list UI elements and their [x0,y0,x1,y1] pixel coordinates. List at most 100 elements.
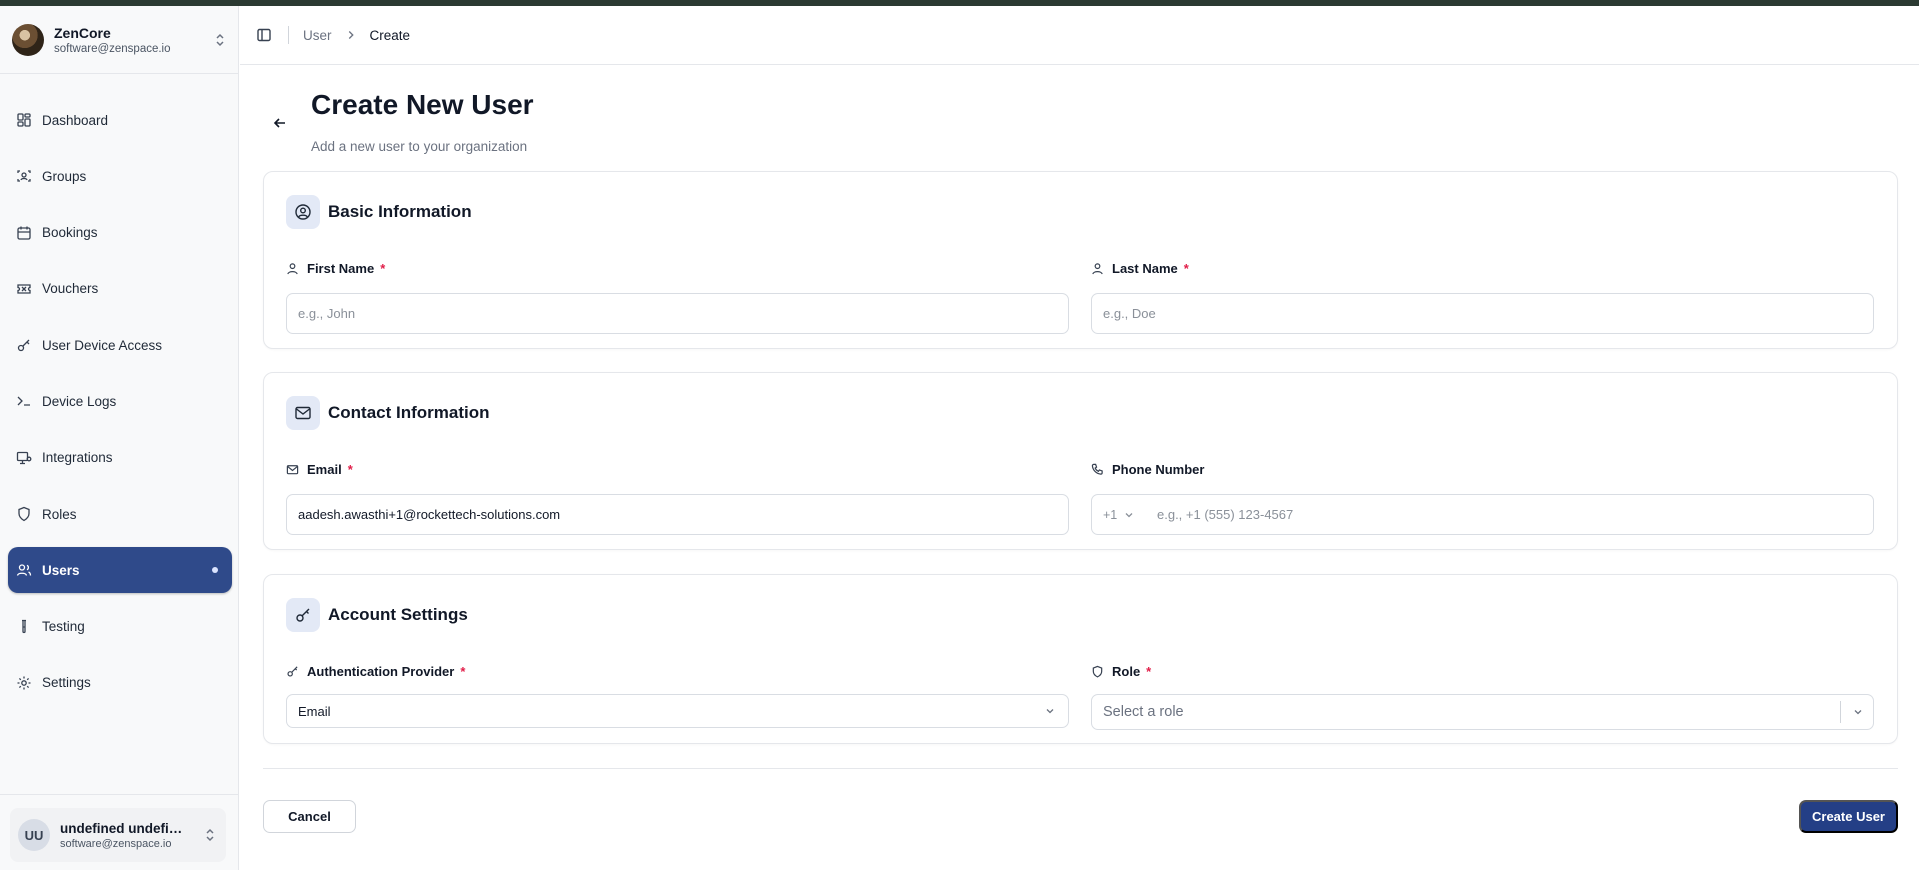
breadcrumb-current: Create [369,27,411,43]
input-value: aadesh.awasthi+1@rockettech-solutions.co… [298,507,561,522]
role-field: Role * Select a role [1091,663,1874,730]
sidebar-item-bookings[interactable]: Bookings [8,210,232,256]
users-icon [16,564,32,577]
sidebar-item-integrations[interactable]: Integrations [8,435,232,481]
user-email: software@zenspace.io [60,837,172,850]
user-circle-icon [286,195,320,229]
required-asterisk: * [1146,663,1152,679]
sidebar-item-vouchers[interactable]: Vouchers [8,266,232,312]
authentication-provider-field: Authentication Provider * Email [286,663,1069,728]
account-settings-card: Account Settings Authentication Provider… [263,574,1898,744]
user-menu[interactable]: UU undefined undefin... software@zenspac… [10,808,226,862]
user-icon [287,262,298,274]
field-label: First Name [307,260,375,276]
card-title: Account Settings [328,605,468,624]
sidebar-nav: Dashboard Groups Bookings Vouchers User … [8,97,232,716]
phone-number-field: Phone Number +1 e.g., +1 (555) 123-4567 [1091,461,1874,535]
sidebar: ZenCore software@zenspace.io Dashboard G… [0,6,239,870]
sidebar-item-device-logs[interactable]: Device Logs [8,378,232,424]
key-icon [286,598,320,632]
field-label: Last Name [1112,260,1178,276]
basic-information-card: Basic Information First Name * e.g., Joh… [263,171,1898,349]
email-input[interactable]: aadesh.awasthi+1@rockettech-solutions.co… [286,494,1069,535]
field-label: Authentication Provider [307,663,455,679]
role-select[interactable]: Select a role [1091,694,1874,730]
input-placeholder: e.g., Doe [1103,306,1156,321]
sidebar-toggle-icon[interactable] [256,27,272,43]
header: User Create [240,6,1919,65]
chevrons-up-down-icon [216,33,224,47]
sidebar-item-dashboard[interactable]: Dashboard [8,97,232,143]
cancel-button[interactable]: Cancel [263,800,356,833]
field-label: Role [1112,663,1141,679]
dashboard-icon [17,113,31,127]
last-name-input[interactable]: e.g., Doe [1091,293,1874,334]
org-email: software@zenspace.io [54,43,171,55]
required-asterisk: * [347,461,353,477]
back-arrow-icon[interactable] [271,114,289,132]
field-label: Phone Number [1112,461,1205,477]
sidebar-item-groups[interactable]: Groups [8,153,232,199]
chevrons-up-down-icon [206,828,214,842]
sidebar-item-settings[interactable]: Settings [8,660,232,706]
create-user-button[interactable]: Create User [1799,800,1898,833]
test-tube-icon [22,619,26,633]
terminal-icon [17,397,30,407]
mail-icon [286,396,320,430]
select-separator [1840,701,1841,723]
form-footer-divider [263,768,1898,769]
org-name: ZenCore [54,25,111,41]
sidebar-item-testing[interactable]: Testing [8,604,232,650]
monitor-link-icon [16,451,32,464]
first-name-field: First Name * e.g., John [286,260,1069,334]
sidebar-item-label: Vouchers [42,281,99,297]
card-title: Basic Information [328,202,472,221]
sidebar-divider [0,794,239,795]
key-icon [287,665,298,677]
email-field: Email * aadesh.awasthi+1@rockettech-solu… [286,461,1069,535]
country-code-select[interactable]: +1 [1103,508,1147,522]
breadcrumb-parent[interactable]: User [303,28,332,43]
calendar-icon [17,226,31,240]
field-label: Email [307,461,342,477]
sidebar-item-user-device-access[interactable]: User Device Access [8,322,232,368]
required-asterisk: * [380,260,386,276]
sidebar-item-label: Users [42,562,80,578]
first-name-input[interactable]: e.g., John [286,293,1069,334]
sidebar-item-roles[interactable]: Roles [8,491,232,537]
gear-icon [17,676,31,690]
card-title: Contact Information [328,403,490,422]
key-icon [17,339,30,352]
user-name: undefined undefin... [60,820,188,836]
required-asterisk: * [460,663,466,679]
authentication-provider-select[interactable]: Email [286,694,1069,728]
org-switcher[interactable]: ZenCore software@zenspace.io [12,18,228,62]
sidebar-item-label: Integrations [42,450,113,466]
groups-icon [17,170,31,182]
shield-icon [18,506,30,522]
sidebar-item-label: Groups [42,168,87,184]
sidebar-item-label: Roles [42,506,77,522]
sidebar-item-label: Settings [42,675,91,691]
chevron-right-icon [348,31,354,39]
sidebar-item-users[interactable]: Users [8,547,232,594]
select-placeholder: Select a role [1103,704,1184,720]
input-placeholder: e.g., John [298,306,356,321]
page-subtitle: Add a new user to your organization [311,139,528,154]
country-code: +1 [1103,507,1118,522]
sidebar-item-label: Device Logs [42,393,117,409]
chevron-down-icon [1046,709,1054,714]
last-name-field: Last Name * e.g., Doe [1091,260,1874,334]
user-icon [1092,262,1103,274]
sidebar-item-label: Testing [42,619,85,635]
chevron-down-icon [1854,710,1862,715]
sidebar-divider [0,73,239,74]
input-placeholder: e.g., +1 (555) 123-4567 [1157,507,1294,522]
phone-icon [1091,463,1103,475]
shield-icon [1092,665,1103,678]
required-asterisk: * [1183,260,1189,276]
phone-input[interactable]: +1 e.g., +1 (555) 123-4567 [1091,494,1874,535]
contact-information-card: Contact Information Email * aadesh.awast… [263,372,1898,550]
chevron-down-icon [1125,512,1133,517]
org-avatar [12,24,44,56]
